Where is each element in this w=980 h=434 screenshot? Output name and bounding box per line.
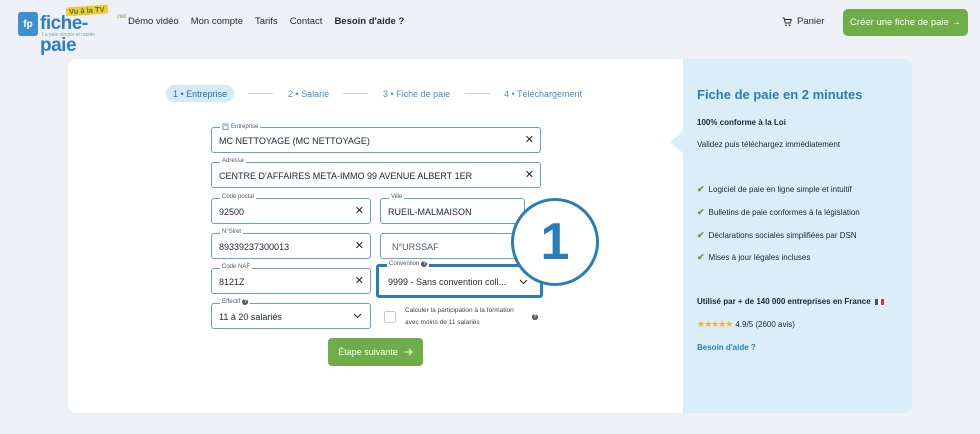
code-postal-value: 92500 [219, 207, 245, 217]
logo[interactable]: fp fiche-paie Vu à la TV .net La paie si… [18, 4, 127, 56]
create-payslip-button[interactable]: Créer une fiche de paie → [843, 9, 968, 36]
check-icon: ✔ [697, 252, 705, 262]
entreprise-label: Entreprise [231, 123, 259, 130]
clear-icon[interactable]: ✕ [355, 275, 364, 287]
convention-select[interactable]: Convention ? 9999 - Sans convention coll… [376, 261, 543, 298]
usage-stat: Utilisé par + de 140 000 entreprises en … [697, 297, 884, 306]
menu-account[interactable]: Mon compte [191, 16, 243, 27]
check-icon: ✔ [697, 207, 705, 217]
convention-value: 9999 - Sans convention coll... [388, 277, 507, 287]
effectif-value: 11 à 20 salariés [219, 312, 282, 322]
entreprise-field[interactable]: Entreprise MC NETTOYAGE (MC NETTOYAGE) ✕ [211, 123, 541, 153]
step-connector [465, 93, 490, 94]
arrow-right-icon [404, 348, 413, 356]
entreprise-value: MC NETTOYAGE (MC NETTOYAGE) [219, 136, 370, 146]
side-title: Fiche de paie en 2 minutes [697, 87, 863, 102]
urssaf-field[interactable]: N°URSSAF [380, 233, 525, 259]
side-subtitle: 100% conforme à la Loi [697, 118, 786, 127]
info-panel-notch [670, 130, 684, 154]
logo-tagline: La paie simple et rapide [42, 32, 96, 38]
top-nav: fp fiche-paie Vu à la TV .net La paie si… [0, 0, 980, 56]
participation-label: Calculer la participation à la formation… [405, 307, 514, 326]
step-annotation-badge: 1 [511, 198, 599, 286]
logo-suffix: .net [116, 14, 127, 20]
step-entreprise[interactable]: 1 • Entreprise [166, 85, 235, 102]
step-salarie[interactable]: 2 • Salarié [288, 85, 329, 102]
convention-label: Convention [389, 261, 420, 267]
menu-contact[interactable]: Contact [290, 16, 323, 27]
menu-help[interactable]: Besoin d'aide ? [334, 16, 404, 27]
cart-link[interactable]: Panier [782, 16, 824, 27]
building-icon [222, 123, 229, 130]
effectif-label: Effectif [222, 299, 241, 305]
adresse-label: Adresse [220, 158, 247, 164]
siret-field[interactable]: N°Siret 89339237300013 ✕ [211, 229, 371, 259]
clear-icon[interactable]: ✕ [525, 134, 534, 146]
side-text: Validez puis téléchargez immédiatement [697, 140, 841, 149]
rating-text: 4.9/5 (2600 avis) [735, 320, 795, 329]
adresse-field[interactable]: Adresse CENTRE D'AFFAIRES META-IMMO 99 A… [211, 158, 541, 188]
siret-label: N°Siret [220, 229, 244, 235]
france-flag-icon [874, 298, 884, 305]
clear-icon[interactable]: ✕ [355, 205, 364, 217]
ville-value: RUEIL-MALMAISON [388, 207, 472, 217]
main-menu: Démo vidéo Mon compte Tarifs Contact Bes… [128, 16, 404, 27]
feature-item: ✔ Déclarations sociales simplifiées par D… [697, 230, 857, 240]
next-step-label: Étape suivante [338, 347, 398, 357]
feature-item: ✔ Mises à jour légales incluses [697, 252, 811, 262]
step-connector [248, 93, 273, 94]
check-icon: ✔ [697, 184, 705, 194]
help-icon[interactable]: ? [421, 261, 428, 267]
code-naf-value: 8121Z [219, 277, 245, 287]
menu-demo[interactable]: Démo vidéo [128, 16, 179, 27]
chevron-down-icon [353, 313, 362, 319]
next-step-button[interactable]: Étape suivante [328, 338, 423, 366]
adresse-value: CENTRE D'AFFAIRES META-IMMO 99 AVENUE AL… [219, 171, 473, 181]
menu-pricing[interactable]: Tarifs [255, 16, 278, 27]
cart-label: Panier [797, 16, 825, 27]
urssaf-placeholder: N°URSSAF [392, 242, 439, 252]
siret-value: 89339237300013 [219, 242, 290, 252]
code-postal-label: Code postal [220, 194, 257, 200]
cart-icon [782, 17, 792, 26]
ville-field[interactable]: Ville RUEIL-MALMAISON [380, 194, 525, 224]
chevron-down-icon [519, 279, 528, 285]
step-fiche[interactable]: 3 • Fiche de paie [383, 85, 450, 102]
code-naf-field[interactable]: Code NAF 8121Z ✕ [211, 264, 371, 294]
participation-checkbox[interactable] [384, 311, 396, 323]
help-icon[interactable]: ? [242, 299, 249, 305]
effectif-select[interactable]: Effectif ? 11 à 20 salariés [211, 299, 371, 329]
feature-item: ✔ Bulletins de paie conformes à la législ… [697, 207, 860, 217]
code-naf-label: Code NAF [220, 264, 253, 270]
clear-icon[interactable]: ✕ [355, 240, 364, 252]
logo-badge: fp [18, 12, 38, 36]
code-postal-field[interactable]: Code postal 92500 ✕ [211, 194, 371, 224]
check-icon: ✔ [697, 230, 705, 240]
feature-item: ✔ Logiciel de paie en ligne simple et int… [697, 184, 852, 194]
stars-icon: ★★★★★ [697, 319, 733, 329]
rating: ★★★★★ 4.9/5 (2600 avis) [697, 319, 795, 330]
ville-label: Ville [389, 194, 405, 200]
help-link[interactable]: Besoin d'aide ? [697, 343, 756, 352]
step-telechargement[interactable]: 4 • Téléchargement [504, 85, 582, 102]
step-connector [343, 93, 368, 94]
clear-icon[interactable]: ✕ [525, 169, 534, 181]
help-icon[interactable]: ? [532, 314, 538, 320]
